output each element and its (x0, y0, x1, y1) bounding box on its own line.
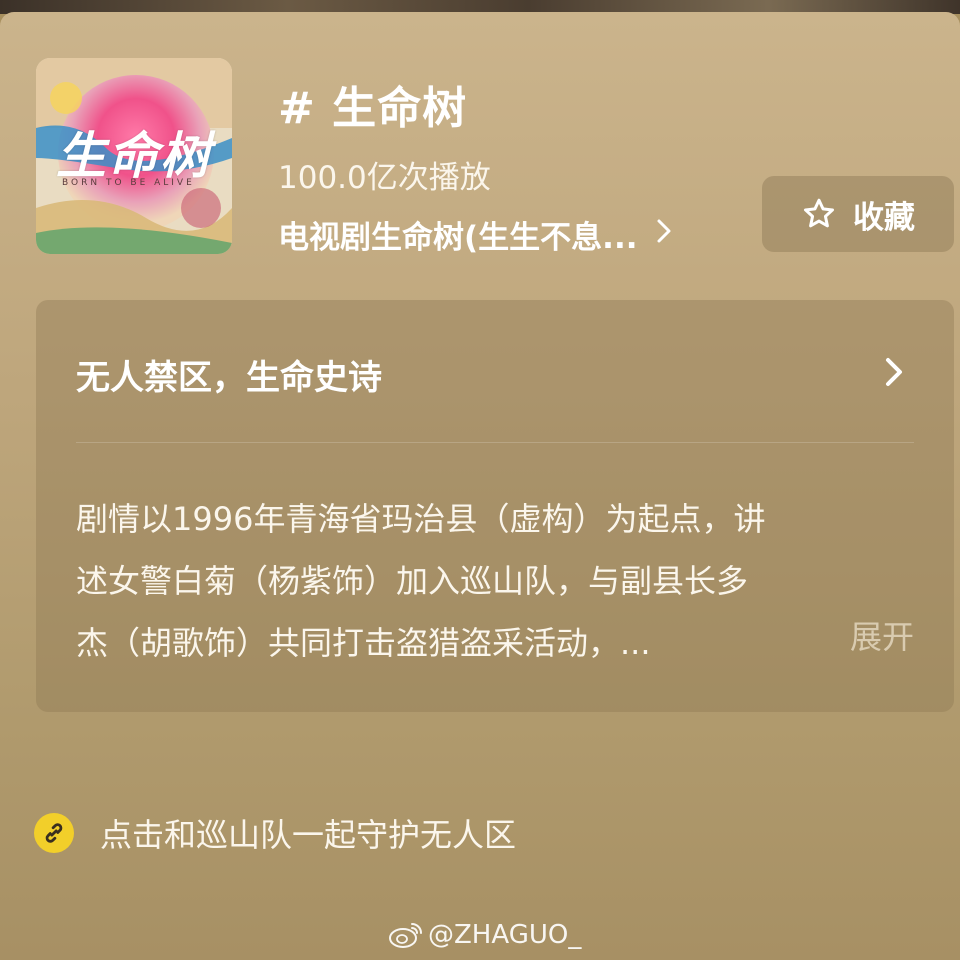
weibo-icon (389, 923, 422, 948)
link-icon (34, 813, 74, 853)
description-card: 无人禁区，生命史诗 剧情以1996年青海省玛治县（虚构）为起点，讲 述女警白菊（… (36, 300, 954, 712)
series-link-label: 电视剧生命树(生生不息... (278, 220, 638, 256)
card-headline[interactable]: 无人禁区，生命史诗 (76, 350, 382, 399)
related-link-label: 点击和巡山队一起守护无人区 (100, 816, 517, 854)
watermark-text: @ZHAGUO_ (428, 920, 582, 950)
topic-title: # 生命树 (278, 83, 468, 134)
favorite-button[interactable]: 收藏 (762, 176, 954, 252)
description-line: 剧情以1996年青海省玛治县（虚构）为起点，讲 (76, 500, 766, 538)
star-outline-icon (804, 198, 834, 228)
favorite-button-label: 收藏 (853, 199, 915, 236)
divider (76, 442, 914, 443)
cover-subtext: BORN TO BE ALIVE (62, 178, 195, 188)
chevron-right-icon[interactable] (876, 350, 912, 394)
description-line: 述女警白菊（杨紫饰）加入巡山队，与副县长多 (76, 562, 749, 600)
play-count: 100.0亿次播放 (278, 160, 491, 196)
description-text: 剧情以1996年青海省玛治县（虚构）为起点，讲 述女警白菊（杨紫饰）加入巡山队，… (76, 488, 916, 674)
series-link[interactable]: 电视剧生命树(生生不息... (278, 212, 672, 257)
expand-button[interactable]: 展开 (850, 612, 914, 658)
topic-cover-image[interactable]: 生命树 BORN TO BE ALIVE (36, 58, 232, 254)
chevron-right-icon (656, 218, 672, 251)
description-line: 杰（胡歌饰）共同打击盗猎盗采活动，... (76, 624, 651, 662)
related-link[interactable]: 点击和巡山队一起守护无人区 (34, 810, 516, 856)
watermark: @ZHAGUO_ (388, 920, 581, 950)
